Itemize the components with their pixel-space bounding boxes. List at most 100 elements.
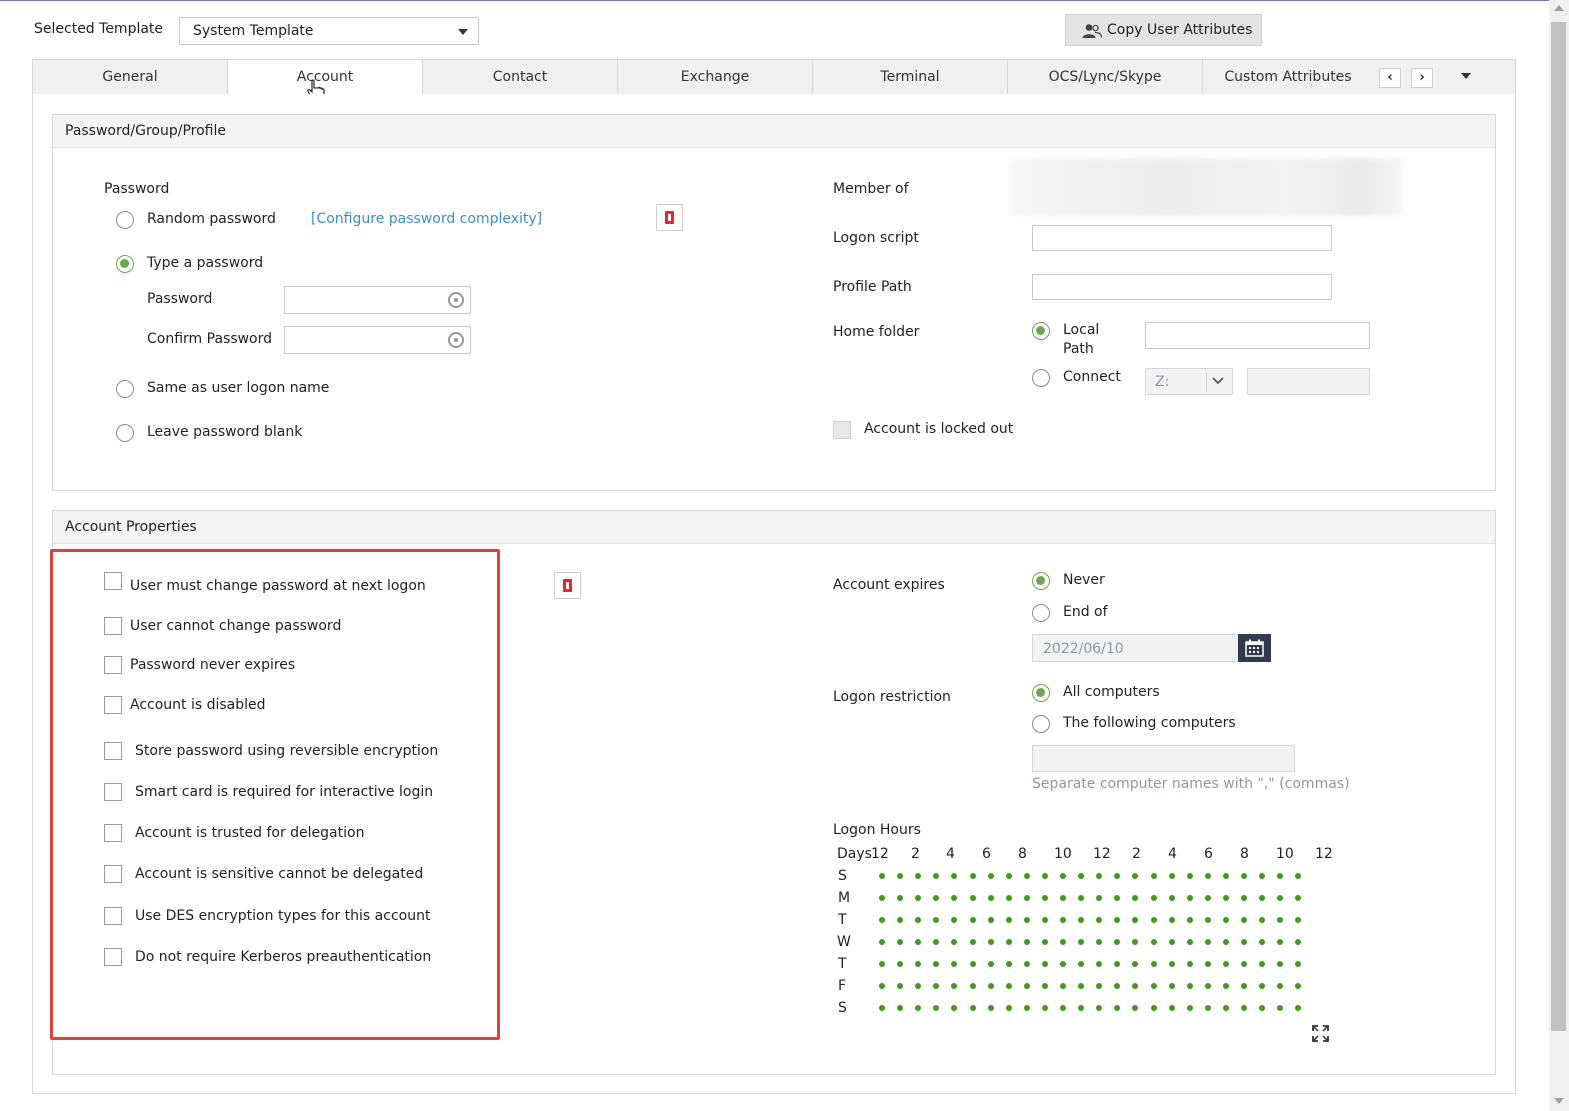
logon-hour-dot[interactable] (1132, 895, 1138, 901)
logon-hour-dot[interactable] (1169, 939, 1175, 945)
scroll-up-icon[interactable] (1554, 5, 1564, 11)
logon-hour-dot[interactable] (1241, 917, 1247, 923)
logon-hour-dot[interactable] (1078, 961, 1084, 967)
logon-hour-dot[interactable] (1078, 917, 1084, 923)
logon-hour-dot[interactable] (1205, 895, 1211, 901)
logon-hour-dot[interactable] (1114, 939, 1120, 945)
logon-hour-dot[interactable] (1042, 1005, 1048, 1011)
logon-hour-dot[interactable] (933, 961, 939, 967)
logon-hour-dot[interactable] (1096, 961, 1102, 967)
logon-hour-dot[interactable] (1151, 939, 1157, 945)
computers-input[interactable] (1032, 745, 1295, 772)
logon-hour-dot[interactable] (915, 917, 921, 923)
logon-hour-dot[interactable] (1259, 939, 1265, 945)
logon-hour-dot[interactable] (1205, 917, 1211, 923)
tab-exchange[interactable]: Exchange (618, 60, 813, 95)
logon-hour-dot[interactable] (1205, 961, 1211, 967)
logon-hour-dot[interactable] (1187, 873, 1193, 879)
logon-hour-dot[interactable] (988, 983, 994, 989)
logon-hour-dot[interactable] (1187, 961, 1193, 967)
logon-hour-dot[interactable] (1096, 917, 1102, 923)
logon-hour-dot[interactable] (1042, 917, 1048, 923)
logon-hour-dot[interactable] (897, 939, 903, 945)
logon-hour-dot[interactable] (1132, 917, 1138, 923)
logon-hour-dot[interactable] (1187, 895, 1193, 901)
logon-hour-dot[interactable] (1042, 873, 1048, 879)
logon-hour-dot[interactable] (1096, 1005, 1102, 1011)
logon-hour-dot[interactable] (1169, 917, 1175, 923)
logon-hour-dot[interactable] (951, 895, 957, 901)
logon-hour-dot[interactable] (1132, 1005, 1138, 1011)
logon-hour-dot[interactable] (1241, 873, 1247, 879)
logon-hour-dot[interactable] (1060, 917, 1066, 923)
logon-hour-dot[interactable] (933, 983, 939, 989)
password-input[interactable] (284, 286, 471, 314)
calendar-button[interactable] (1238, 634, 1271, 662)
confirm-password-input[interactable] (284, 326, 471, 354)
logon-hour-dot[interactable] (1096, 983, 1102, 989)
logon-hour-dot[interactable] (1042, 939, 1048, 945)
logon-hour-dot[interactable] (1078, 939, 1084, 945)
logon-hour-dot[interactable] (970, 917, 976, 923)
logon-hour-dot[interactable] (1223, 961, 1229, 967)
logon-hour-dot[interactable] (933, 895, 939, 901)
logon-hour-dot[interactable] (1151, 873, 1157, 879)
local-path-input[interactable] (1145, 322, 1370, 349)
logon-hour-dot[interactable] (1277, 917, 1283, 923)
logon-hour-dot[interactable] (1259, 983, 1265, 989)
logon-hour-dot[interactable] (879, 917, 885, 923)
logon-hour-dot[interactable] (1295, 1005, 1301, 1011)
logon-hour-dot[interactable] (1223, 917, 1229, 923)
logon-hour-dot[interactable] (897, 1005, 903, 1011)
tab-ocs-lync-skype[interactable]: OCS/Lync/Skype (1008, 60, 1203, 95)
logon-hour-dot[interactable] (1205, 983, 1211, 989)
logon-hour-dot[interactable] (915, 983, 921, 989)
logon-hour-dot[interactable] (1259, 1005, 1265, 1011)
logon-hour-dot[interactable] (988, 917, 994, 923)
expand-icon[interactable] (1312, 1025, 1329, 1042)
logon-hour-dot[interactable] (1060, 961, 1066, 967)
scroll-down-icon[interactable] (1554, 1098, 1564, 1104)
logon-hour-dot[interactable] (1060, 983, 1066, 989)
logon-hour-dot[interactable] (1205, 1005, 1211, 1011)
logon-hour-dot[interactable] (1114, 983, 1120, 989)
logon-hour-dot[interactable] (1277, 873, 1283, 879)
logon-hour-dot[interactable] (1042, 895, 1048, 901)
logon-hour-dot[interactable] (1042, 983, 1048, 989)
logon-hour-dot[interactable] (915, 939, 921, 945)
logon-hour-dot[interactable] (915, 961, 921, 967)
logon-hour-dot[interactable] (1042, 961, 1048, 967)
template-select[interactable]: System Template (179, 17, 479, 45)
tab-terminal[interactable]: Terminal (813, 60, 1008, 95)
logon-hour-dot[interactable] (1151, 983, 1157, 989)
logon-hour-dot[interactable] (1078, 873, 1084, 879)
profile-path-input[interactable] (1032, 274, 1332, 300)
logon-hour-dot[interactable] (951, 1005, 957, 1011)
logon-hour-dot[interactable] (879, 895, 885, 901)
logon-hour-dot[interactable] (1024, 873, 1030, 879)
logon-hour-dot[interactable] (1259, 895, 1265, 901)
logon-hour-dot[interactable] (879, 983, 885, 989)
connect-radio[interactable] (1032, 369, 1050, 387)
same-as-logon-radio[interactable] (116, 380, 134, 398)
logon-hour-dot[interactable] (1132, 939, 1138, 945)
logon-hour-dot[interactable] (1060, 1005, 1066, 1011)
logon-hour-dot[interactable] (1024, 1005, 1030, 1011)
logon-hour-dot[interactable] (897, 895, 903, 901)
tab-contact[interactable]: Contact (423, 60, 618, 95)
logon-hour-dot[interactable] (1078, 983, 1084, 989)
logon-hour-dot[interactable] (1241, 961, 1247, 967)
leave-blank-radio[interactable] (116, 424, 134, 442)
scrollbar-thumb[interactable] (1551, 22, 1566, 1031)
logon-hour-dot[interactable] (951, 939, 957, 945)
logon-hour-dot[interactable] (988, 1005, 994, 1011)
logon-hour-dot[interactable] (1006, 1005, 1012, 1011)
logon-hour-dot[interactable] (1114, 917, 1120, 923)
logon-hour-dot[interactable] (1295, 961, 1301, 967)
logon-hour-dot[interactable] (1006, 939, 1012, 945)
logon-hour-dot[interactable] (1006, 961, 1012, 967)
logon-hour-dot[interactable] (879, 939, 885, 945)
logon-hour-dot[interactable] (1132, 961, 1138, 967)
logon-hour-dot[interactable] (933, 939, 939, 945)
logon-hour-dot[interactable] (1223, 1005, 1229, 1011)
